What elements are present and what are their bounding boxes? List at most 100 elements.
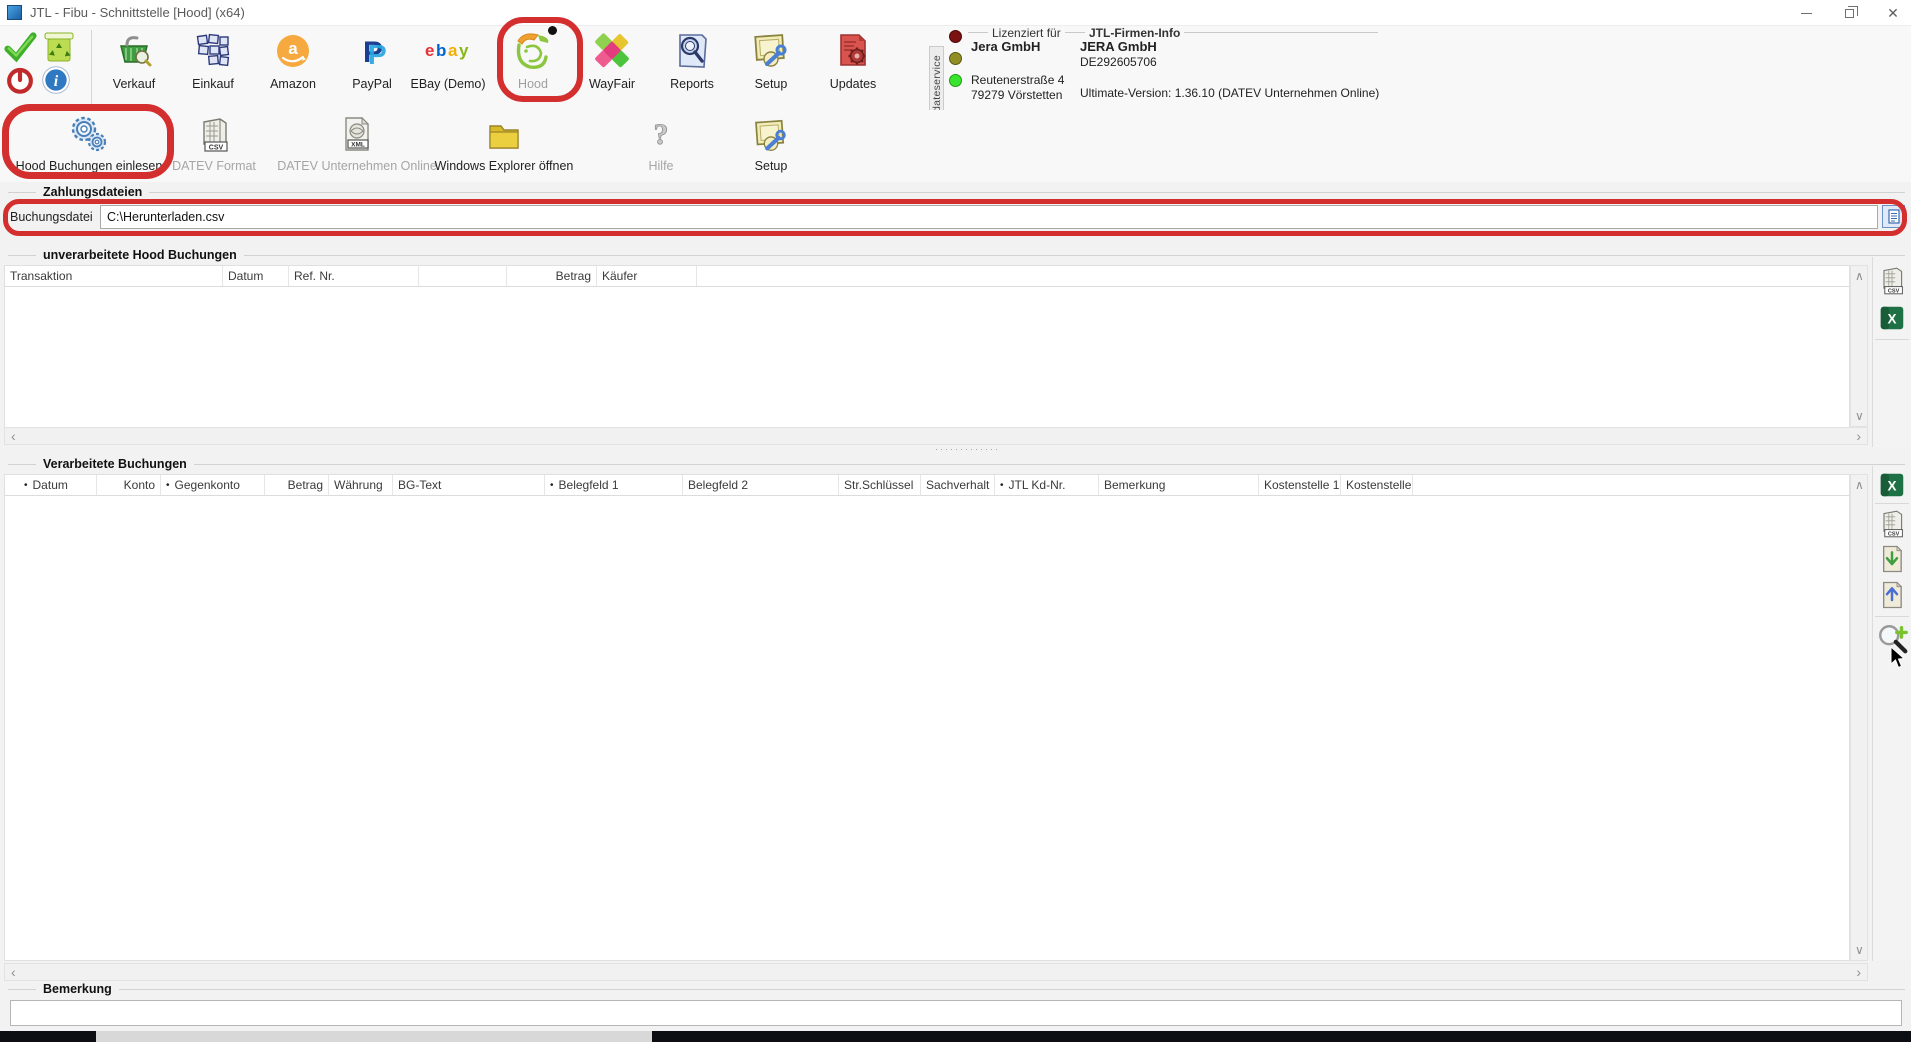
einkauf-grid-icon	[192, 28, 234, 74]
minimize-button[interactable]	[1789, 0, 1823, 26]
zahlungsdateien-group-line	[8, 192, 1905, 193]
scroll-left-icon[interactable]: ‹	[11, 430, 16, 442]
zahlungsdateien-group-label: Zahlungsdateien	[36, 185, 149, 199]
verarbeitete-hscrollbar[interactable]: ‹ ›	[4, 963, 1868, 981]
action-button-hood-einlesen[interactable]: Hood Buchungen einlesen	[10, 112, 168, 180]
restore-button[interactable]	[1832, 0, 1866, 26]
toolbar-button-setup[interactable]: Setup	[733, 28, 809, 108]
scroll-left-icon[interactable]: ‹	[11, 966, 16, 978]
ebay-icon: e b a y	[421, 28, 475, 74]
recycle-bin-button[interactable]	[40, 28, 78, 66]
toolbar-button-ebay[interactable]: e b a y EBay (Demo)	[404, 28, 492, 108]
column-header-betrag[interactable]: Betrag	[507, 266, 597, 286]
zoom-search-button[interactable]	[1875, 620, 1911, 658]
browse-file-button[interactable]	[1882, 205, 1905, 228]
scroll-right-icon[interactable]: ›	[1856, 430, 1861, 442]
column-header-kostenstelle2[interactable]: Kostenstelle 2	[1341, 475, 1413, 495]
column-header-strschluessel[interactable]: Str.Schlüssel	[839, 475, 921, 495]
column-header-transaktion[interactable]: Transaktion	[5, 266, 223, 286]
firmeninfo-vat: DE292605706	[1080, 55, 1157, 69]
column-header-datum[interactable]: •Datum	[19, 475, 97, 495]
unverarbeitete-group-line	[8, 255, 1905, 256]
svg-text:CSV: CSV	[1888, 532, 1900, 538]
close-button[interactable]: ✕	[1876, 0, 1910, 26]
buchungsdatei-input[interactable]	[100, 205, 1878, 229]
verarbeitete-table-body[interactable]	[5, 496, 1849, 960]
excel-export-button[interactable]: X	[1879, 472, 1905, 498]
datev-export-button[interactable]: CSV	[1875, 506, 1909, 542]
row-indicator-column	[5, 475, 19, 495]
file-browse-icon	[1887, 209, 1901, 224]
column-header-konto[interactable]: Konto	[97, 475, 161, 495]
column-header-belegfeld2[interactable]: Belegfeld 2	[683, 475, 839, 495]
action-label: Setup	[755, 159, 788, 173]
export-document-button[interactable]	[1876, 578, 1908, 612]
updates-icon	[832, 28, 874, 74]
toolbar-button-wayfair[interactable]: WayFair	[574, 28, 650, 108]
reports-icon	[671, 28, 713, 74]
scroll-up-icon[interactable]: ∧	[1855, 479, 1864, 491]
column-header-kostenstelle1[interactable]: Kostenstelle 1	[1259, 475, 1341, 495]
wayfair-icon	[591, 28, 633, 74]
excel-export-button[interactable]: X	[1879, 305, 1905, 331]
close-icon: ✕	[1887, 5, 1899, 22]
action-label: DATEV Format	[172, 159, 256, 173]
action-button-datev-format[interactable]: CSV DATEV Format	[173, 112, 255, 180]
action-button-explorer[interactable]: Windows Explorer öffnen	[428, 112, 580, 180]
action-button-hilfe[interactable]: ? Hilfe	[630, 112, 692, 180]
toolbar-button-updates[interactable]: Updates	[815, 28, 891, 108]
verarbeitete-vscrollbar[interactable]: ∧ ∨	[1850, 474, 1868, 961]
column-header-belegfeld1[interactable]: •Belegfeld 1	[545, 475, 683, 495]
scroll-down-icon[interactable]: ∨	[1855, 410, 1864, 422]
gears-icon	[67, 112, 111, 156]
toolbar-button-amazon[interactable]: a Amazon	[255, 28, 331, 108]
column-header-bgtext[interactable]: BG-Text	[393, 475, 545, 495]
column-header-sachverhalt[interactable]: Sachverhalt	[921, 475, 995, 495]
scroll-up-icon[interactable]: ∧	[1855, 270, 1864, 282]
updateservice-status-red	[949, 30, 962, 43]
unverarbeitete-vscrollbar[interactable]: ∧ ∨	[1850, 265, 1868, 427]
column-header-spacer	[419, 266, 507, 286]
column-header-gegenkonto[interactable]: •Gegenkonto	[161, 475, 265, 495]
column-sort-marker: •	[166, 480, 170, 491]
column-header-waehrung[interactable]: Währung	[329, 475, 393, 495]
taskbar-fragment[interactable]	[0, 1031, 1911, 1042]
column-header-kaeufer[interactable]: Käufer	[597, 266, 697, 286]
action-label: Hilfe	[648, 159, 673, 173]
verarbeitete-header-row: •Datum Konto •Gegenkonto Betrag Währung …	[5, 475, 1849, 496]
datev-csv-building-icon: CSV	[194, 112, 234, 156]
unverarbeitete-table-body[interactable]	[5, 287, 1849, 427]
exit-button[interactable]	[4, 64, 36, 96]
paypal-icon: P P	[351, 28, 393, 74]
toolbar-button-reports[interactable]: Reports	[654, 28, 730, 108]
toolbar-button-hood[interactable]: Hood	[494, 28, 572, 108]
panel-separator	[1875, 503, 1909, 504]
unverarbeitete-hscrollbar[interactable]: ‹ ›	[4, 427, 1868, 445]
column-header-jtl-kdnr[interactable]: •JTL Kd-Nr.	[995, 475, 1099, 495]
bemerkung-input[interactable]	[10, 1000, 1902, 1026]
info-button[interactable]: i	[39, 63, 73, 97]
splitter-handle[interactable]: ·············	[0, 446, 1911, 457]
main-toolbar: i Verkauf	[0, 26, 1911, 110]
column-header-bemerkung[interactable]: Bemerkung	[1099, 475, 1259, 495]
window-title: JTL - Fibu - Schnittstelle [Hood] (x64)	[30, 0, 245, 26]
datev-export-button[interactable]: CSV	[1875, 262, 1909, 300]
datev-csv-building-icon: CSV	[1876, 263, 1908, 299]
import-document-button[interactable]	[1876, 542, 1908, 576]
toolbar-button-einkauf[interactable]: Einkauf	[175, 28, 251, 108]
check-icon	[3, 30, 37, 64]
confirm-button[interactable]	[2, 29, 38, 65]
toolbar-button-verkauf[interactable]: Verkauf	[96, 28, 172, 108]
scroll-right-icon[interactable]: ›	[1856, 966, 1861, 978]
taskbar-active-app[interactable]	[96, 1031, 652, 1042]
toolbar-button-paypal[interactable]: P P PayPal	[334, 28, 410, 108]
scroll-down-icon[interactable]: ∨	[1855, 944, 1864, 956]
column-header-betrag[interactable]: Betrag	[265, 475, 329, 495]
column-header-refnr[interactable]: Ref. Nr.	[289, 266, 419, 286]
column-header-datum[interactable]: Datum	[223, 266, 289, 286]
action-button-setup2[interactable]: Setup	[731, 112, 811, 180]
title-bar: JTL - Fibu - Schnittstelle [Hood] (x64) …	[0, 0, 1911, 26]
action-button-datev-online[interactable]: XML DATEV Unternehmen Online	[281, 112, 433, 180]
hood-notification-dot	[548, 26, 557, 35]
amazon-icon: a	[272, 28, 314, 74]
